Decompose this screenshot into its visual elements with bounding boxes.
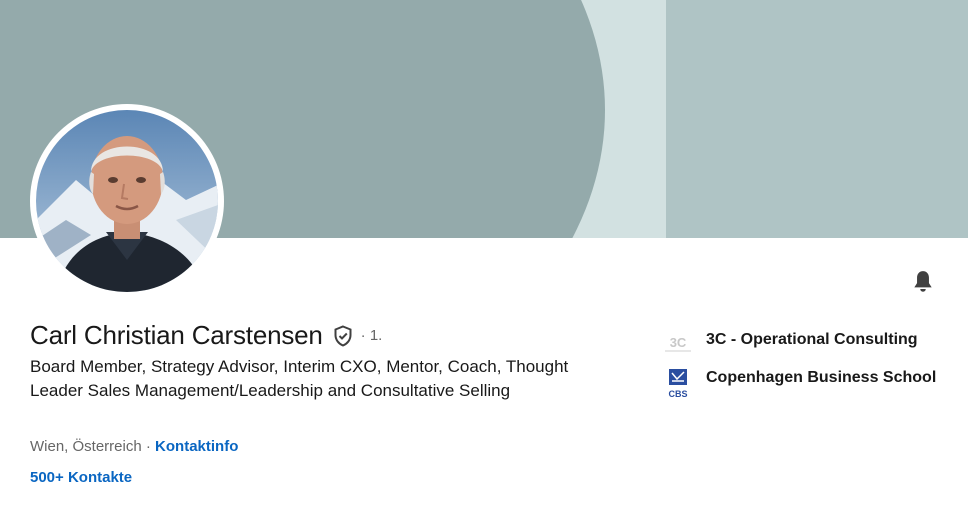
location-separator: · bbox=[141, 438, 156, 455]
notifications-bell-button[interactable] bbox=[905, 264, 941, 300]
org-item-school[interactable]: CBS Copenhagen Business School bbox=[661, 367, 946, 401]
school-logo-mark: CBS bbox=[668, 389, 687, 399]
banner-right-panel bbox=[666, 0, 968, 238]
profile-headline: Board Member, Strategy Advisor, Interim … bbox=[30, 357, 569, 400]
company-name: 3C - Operational Consulting bbox=[706, 331, 918, 348]
avatar-photo bbox=[36, 110, 218, 292]
org-item-company[interactable]: 3C 3C - Operational Consulting bbox=[661, 328, 946, 362]
company-logo-mark: 3C bbox=[670, 335, 687, 350]
shield-check-icon[interactable] bbox=[331, 324, 355, 348]
location-text: Wien, Österreich bbox=[30, 438, 142, 455]
contact-info-link[interactable]: Kontaktinfo bbox=[155, 438, 238, 455]
profile-name-row: Carl Christian Carstensen · 1. bbox=[30, 320, 382, 351]
school-name: Copenhagen Business School bbox=[706, 369, 937, 386]
bell-icon bbox=[914, 271, 932, 292]
profile-name: Carl Christian Carstensen bbox=[30, 320, 323, 350]
connection-degree: · 1. bbox=[360, 327, 383, 344]
school-logo: CBS bbox=[661, 367, 695, 401]
avatar[interactable] bbox=[36, 110, 218, 292]
connections-link[interactable]: 500+ Kontakte bbox=[30, 469, 132, 486]
location-row: Wien, Österreich · Kontaktinfo bbox=[30, 438, 238, 455]
company-logo: 3C bbox=[661, 328, 695, 362]
